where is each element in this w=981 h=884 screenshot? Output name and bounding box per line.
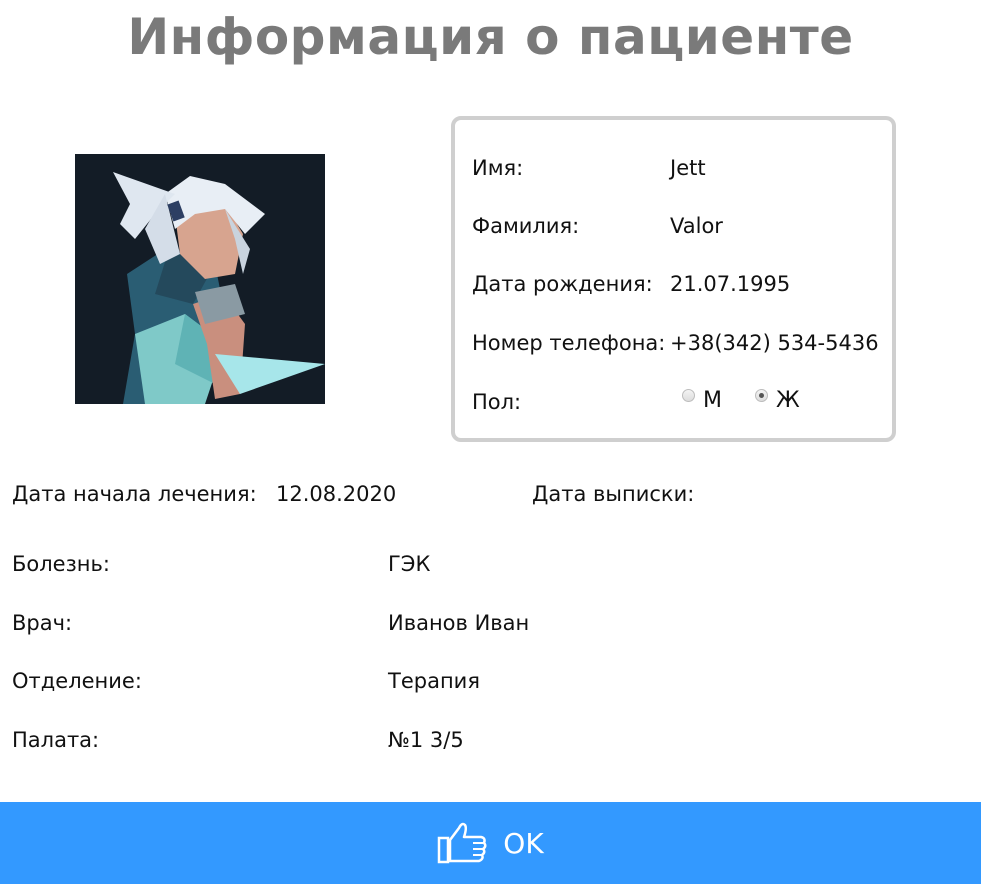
- last-name-label: Фамилия:: [472, 214, 580, 238]
- department-label: Отделение:: [12, 669, 142, 693]
- radio-female-label: Ж: [776, 388, 800, 413]
- radio-male-circle[interactable]: [682, 389, 695, 402]
- ok-button[interactable]: OK: [0, 802, 981, 884]
- gender-radio-male[interactable]: М: [682, 388, 722, 413]
- ward-value: №1 3/5: [388, 728, 464, 752]
- treatment-start-label: Дата начала лечения:: [12, 482, 257, 506]
- treatment-start-value: 12.08.2020: [276, 482, 397, 506]
- gender-radio-female[interactable]: Ж: [755, 388, 800, 413]
- page-title: Информация о пациенте: [127, 8, 854, 66]
- gender-label: Пол:: [472, 390, 522, 414]
- last-name-value: Valor: [670, 214, 723, 238]
- radio-male-label: М: [703, 388, 722, 413]
- doctor-value: Иванов Иван: [388, 611, 530, 635]
- avatar-illustration: [75, 154, 325, 404]
- ward-label: Палата:: [12, 728, 100, 752]
- disease-label: Болезнь:: [12, 552, 110, 576]
- ok-button-label: OK: [503, 826, 544, 860]
- disease-value: ГЭК: [388, 552, 431, 576]
- patient-info-card: Имя: Jett Фамилия: Valor Дата рождения: …: [451, 116, 896, 442]
- doctor-label: Врач:: [12, 611, 73, 635]
- first-name-label: Имя:: [472, 156, 524, 180]
- patient-photo: [75, 154, 325, 404]
- birth-date-value: 21.07.1995: [670, 272, 791, 296]
- first-name-value: Jett: [670, 156, 706, 180]
- radio-female-circle[interactable]: [755, 389, 768, 402]
- phone-label: Номер телефона:: [472, 331, 666, 355]
- discharge-label: Дата выписки:: [532, 482, 695, 506]
- birth-date-label: Дата рождения:: [472, 272, 653, 296]
- department-value: Терапия: [388, 669, 480, 693]
- thumbs-up-icon: [438, 822, 487, 864]
- phone-value: +38(342) 534-5436: [670, 331, 879, 355]
